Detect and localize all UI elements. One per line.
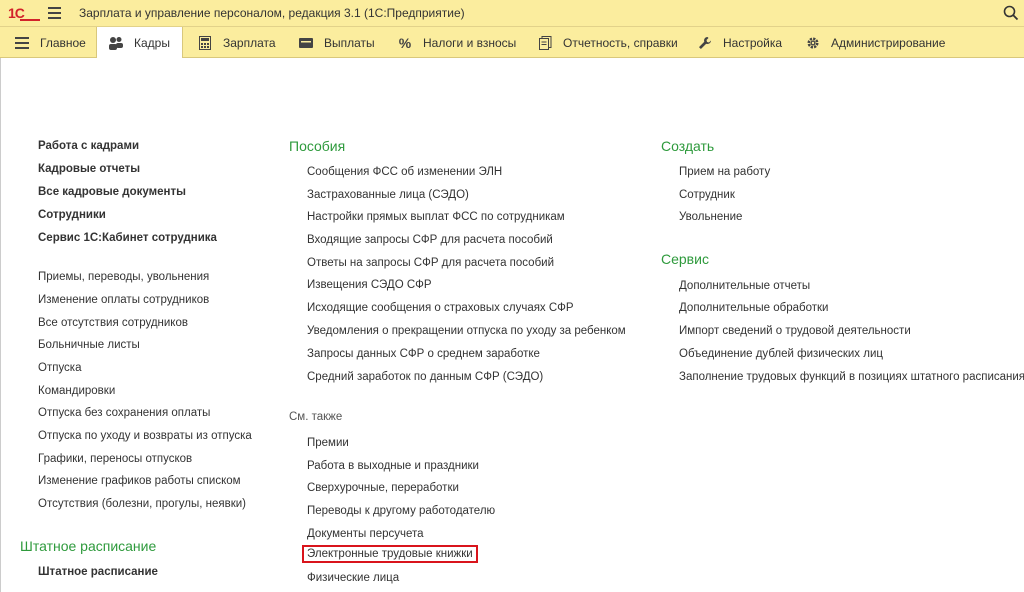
link-employee-cabinet[interactable]: Сервис 1С:Кабинет сотрудника — [38, 232, 217, 244]
users-icon — [108, 35, 124, 51]
wallet-icon — [298, 35, 314, 51]
list-item[interactable]: Заполнение трудовых функций в позициях ш… — [679, 371, 1024, 383]
wrench-icon — [697, 35, 713, 51]
list-item[interactable]: Увольнение — [679, 211, 742, 223]
section-content: Работа с кадрами Кадровые отчеты Все кад… — [0, 58, 1024, 592]
list-item[interactable]: Физические лица — [307, 572, 399, 584]
section-taxes[interactable]: % Налоги и взносы — [397, 27, 517, 58]
list-item[interactable]: Дополнительные отчеты — [679, 280, 810, 292]
list-item[interactable]: Дополнительные обработки — [679, 302, 828, 314]
list-item[interactable]: Застрахованные лица (СЭДО) — [307, 189, 469, 201]
list-item[interactable]: Средний заработок по данным СФР (СЭДО) — [307, 371, 543, 383]
list-item[interactable]: Прием на работу — [679, 166, 770, 178]
list-item[interactable]: Сообщения ФСС об изменении ЭЛН — [307, 166, 502, 178]
group-title-create: Создать — [661, 138, 715, 154]
list-item[interactable]: Отпуска по уходу и возвраты из отпуска — [38, 430, 252, 442]
window-title: Зарплата и управление персоналом, редакц… — [79, 6, 465, 20]
documents-icon — [537, 35, 553, 51]
list-item[interactable]: Приемы, переводы, увольнения — [38, 271, 209, 283]
list-item[interactable]: Ответы на запросы СФР для расчета пособи… — [307, 257, 554, 269]
section-panel: Главное Кадры Зарплата Выплаты % Налоги … — [0, 27, 1024, 58]
section-payments[interactable]: Выплаты — [298, 27, 375, 58]
list-item[interactable]: Работа в выходные и праздники — [307, 460, 479, 472]
list-item[interactable]: Переводы к другому работодателю — [307, 505, 495, 517]
percent-icon: % — [398, 34, 412, 51]
section-label: Главное — [40, 35, 86, 50]
section-reports[interactable]: Отчетность, справки — [537, 27, 678, 58]
list-item[interactable]: Запросы данных СФР о среднем заработке — [307, 348, 540, 360]
app-logo: 1С — [8, 5, 40, 21]
see-also-heading: См. также — [289, 411, 343, 423]
group-title-benefits: Пособия — [289, 138, 346, 154]
section-salary[interactable]: Зарплата — [197, 27, 276, 58]
group-title-service: Сервис — [661, 251, 709, 267]
list-item[interactable]: Графики, переносы отпусков — [38, 453, 192, 465]
section-label: Выплаты — [324, 35, 375, 50]
list-item[interactable]: Больничные листы — [38, 339, 140, 351]
link-hr-work[interactable]: Работа с кадрами — [38, 140, 139, 152]
list-item[interactable]: Сверхурочные, переработки — [307, 482, 459, 494]
link-all-hr-documents[interactable]: Все кадровые документы — [38, 186, 186, 198]
link-hr-reports[interactable]: Кадровые отчеты — [38, 163, 140, 175]
list-item[interactable]: Отсутствия (болезни, прогулы, неявки) — [38, 498, 246, 510]
list-item[interactable]: Настройки прямых выплат ФСС по сотрудник… — [307, 211, 565, 223]
list-item[interactable]: Уведомления о прекращении отпуска по ухо… — [307, 325, 626, 337]
main-menu-icon[interactable] — [48, 7, 61, 19]
section-label: Настройка — [723, 35, 783, 50]
list-item[interactable]: Изменение графиков работы списком — [38, 475, 241, 487]
list-item[interactable]: Документы персучета — [307, 528, 424, 540]
section-label: Отчетность, справки — [563, 35, 678, 50]
list-item[interactable]: Все отсутствия сотрудников — [38, 317, 188, 329]
list-item[interactable]: Входящие запросы СФР для расчета пособий — [307, 234, 553, 246]
section-admin[interactable]: Администрирование — [805, 27, 945, 58]
section-label: Администрирование — [831, 35, 946, 50]
list-item[interactable]: Изменение оплаты сотрудников — [38, 294, 209, 306]
link-staff-schedule[interactable]: Штатное расписание — [38, 566, 158, 578]
section-label: Налоги и взносы — [423, 35, 517, 50]
list-item[interactable]: Исходящие сообщения о страховых случаях … — [307, 302, 574, 314]
search-icon[interactable] — [1002, 4, 1020, 22]
list-item[interactable]: Командировки — [38, 385, 115, 397]
list-item[interactable]: Отпуска — [38, 362, 82, 374]
section-label: Кадры — [134, 35, 170, 50]
calculator-icon — [197, 35, 213, 51]
section-settings[interactable]: Настройка — [697, 27, 782, 58]
list-item[interactable]: Премии — [307, 437, 349, 449]
list-item[interactable]: Сотрудник — [679, 189, 735, 201]
section-label: Зарплата — [223, 35, 276, 50]
list-item[interactable]: Извещения СЭДО СФР — [307, 279, 432, 291]
link-employees[interactable]: Сотрудники — [38, 209, 106, 221]
menu-lines-icon — [14, 35, 30, 51]
list-item[interactable]: Отпуска без сохранения оплаты — [38, 407, 210, 419]
list-item[interactable]: Объединение дублей физических лиц — [679, 348, 883, 360]
section-main[interactable]: Главное — [14, 27, 86, 58]
link-electronic-work-books[interactable]: Электронные трудовые книжки — [302, 545, 478, 563]
title-bar: 1С Зарплата и управление персоналом, ред… — [0, 0, 1024, 27]
gear-icon — [805, 35, 821, 51]
list-item[interactable]: Импорт сведений о трудовой деятельности — [679, 325, 911, 337]
section-hr[interactable]: Кадры — [96, 27, 183, 58]
group-title-staff: Штатное расписание — [20, 538, 157, 554]
